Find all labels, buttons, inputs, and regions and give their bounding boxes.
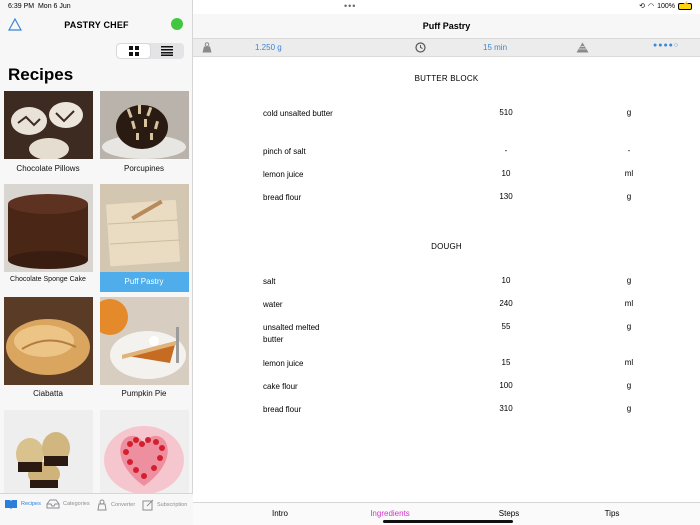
recipe-card-pumpkin-pie[interactable]: Pumpkin Pie <box>96 295 192 407</box>
recipe-image <box>100 410 189 493</box>
recipe-card[interactable] <box>0 408 96 493</box>
home-indicator[interactable] <box>383 520 513 523</box>
recipe-card[interactable] <box>96 408 192 493</box>
ingredient-name: pinch of salt <box>263 147 306 156</box>
tab-subscription[interactable]: Subscription <box>142 499 187 511</box>
ingredient-quantity: 130 <box>499 192 513 201</box>
nav-bar: Puff Pastry <box>193 14 700 38</box>
ingredient-unit: - <box>627 146 631 155</box>
recipe-image <box>4 297 93 385</box>
ingredient-quantity: 240 <box>499 299 513 308</box>
tab-ingredients[interactable]: Ingredients <box>350 509 430 518</box>
app-title: PASTRY CHEF <box>64 20 129 30</box>
edit-icon <box>142 499 154 511</box>
page-title: Puff Pastry <box>422 21 471 31</box>
recipe-card-ciabatta[interactable]: Ciabatta <box>0 295 96 407</box>
sidebar-header: PASTRY CHEF <box>0 14 193 38</box>
recipe-label: Chocolate Sponge Cake <box>10 276 86 283</box>
recipe-label: Puff Pastry <box>124 277 164 286</box>
detail-tab-bar: Intro Ingredients Steps Tips <box>193 502 700 525</box>
ingredient-name: unsalted melted butter <box>263 323 320 344</box>
tab-intro[interactable]: Intro <box>240 509 320 518</box>
recipe-weight[interactable]: 1.250 g <box>255 43 282 52</box>
ingredient-quantity: 55 <box>501 322 511 331</box>
ingredient-name: cake flour <box>263 382 298 391</box>
sidebar: PASTRY CHEF Recipes Chocolate Pillows Po… <box>0 0 193 525</box>
tab-tips[interactable]: Tips <box>572 509 652 518</box>
ingredient-unit: ml <box>624 169 634 178</box>
battery-percent: 100% <box>657 2 675 10</box>
ingredient-name: salt <box>263 277 276 286</box>
ingredient-quantity: 510 <box>499 108 513 117</box>
ingredient-unit: g <box>626 192 632 201</box>
recipe-label: Pumpkin Pie <box>121 389 167 398</box>
clock-icon <box>415 42 426 53</box>
recipe-grid: Chocolate Pillows Porcupines Chocolate S… <box>0 89 193 493</box>
difficulty-icon <box>576 42 589 53</box>
recipe-card-puff-pastry[interactable]: Puff Pastry <box>96 182 192 292</box>
recipe-image <box>4 184 93 272</box>
status-time: 6:39 PM Mon 6 Jun <box>8 3 71 10</box>
recipe-info-bar: 1.250 g 15 min ●●●●○ <box>193 38 700 57</box>
ingredient-unit: g <box>626 381 632 390</box>
sidebar-tab-bar: Recipes Categories Converter Subscriptio… <box>0 493 193 525</box>
ingredient-quantity: 15 <box>501 358 511 367</box>
recipe-image <box>100 91 189 159</box>
recipe-label: Ciabatta <box>33 389 63 398</box>
ingredient-name: water <box>263 300 283 309</box>
list-icon <box>160 46 173 56</box>
detail-pane: Puff Pastry 1.250 g 15 min ●●●●○ BUTTER … <box>193 0 700 525</box>
grid-icon <box>128 46 139 56</box>
recipe-label: Porcupines <box>123 164 165 173</box>
ingredient-quantity: 310 <box>499 404 513 413</box>
tab-categories[interactable]: Categories <box>46 499 90 509</box>
view-toggle[interactable] <box>116 43 184 59</box>
list-view-button[interactable] <box>150 44 183 58</box>
status-indicators: ⟲ ◠ 100% <box>639 1 692 10</box>
rotation-lock-icon: ⟲ <box>639 3 645 10</box>
ingredient-quantity: 10 <box>501 169 511 178</box>
status-dot[interactable] <box>171 18 183 30</box>
ingredient-quantity: 10 <box>501 276 511 285</box>
ingredient-name: lemon juice <box>263 170 304 179</box>
ingredient-unit: g <box>626 404 632 413</box>
ingredient-name: bread flour <box>263 405 302 414</box>
section-title: BUTTER BLOCK <box>414 74 479 83</box>
ingredient-unit: ml <box>624 299 634 308</box>
difficulty-rating[interactable]: ●●●●○ <box>653 42 679 49</box>
status-bar: 6:39 PM Mon 6 Jun ••• ⟲ ◠ 100% <box>0 0 700 14</box>
recipe-image <box>100 184 189 272</box>
scale-icon <box>97 499 107 511</box>
ingredient-name: bread flour <box>263 193 302 202</box>
multitasking-dots[interactable]: ••• <box>344 1 356 11</box>
ingredient-name: lemon juice <box>263 359 304 368</box>
recipe-time[interactable]: 15 min <box>483 43 507 52</box>
battery-icon <box>678 1 692 10</box>
ingredient-unit: g <box>626 108 632 117</box>
ingredient-unit: ml <box>624 358 634 367</box>
tray-icon <box>46 499 60 509</box>
recipe-label: Chocolate Pillows <box>16 164 80 173</box>
ingredient-name: cold unsalted butter <box>263 109 333 118</box>
recipe-image <box>4 91 93 159</box>
grid-view-button[interactable] <box>117 44 150 58</box>
weight-icon <box>202 42 212 53</box>
wifi-icon: ◠ <box>647 3 655 10</box>
tab-steps[interactable]: Steps <box>469 509 549 518</box>
ingredient-quantity: 100 <box>499 381 513 390</box>
recipes-heading: Recipes <box>8 65 74 84</box>
section-title: DOUGH <box>431 242 462 251</box>
tab-converter[interactable]: Converter <box>96 499 135 511</box>
ingredient-unit: g <box>626 276 632 285</box>
recipe-card-chocolate-sponge-cake[interactable]: Chocolate Sponge Cake <box>0 182 96 292</box>
recipe-image <box>100 297 189 385</box>
tab-recipes[interactable]: Recipes <box>4 499 41 509</box>
book-icon <box>5 500 17 509</box>
recipe-image <box>4 410 93 493</box>
ingredient-quantity: - <box>504 146 508 155</box>
ingredient-unit: g <box>626 322 632 331</box>
